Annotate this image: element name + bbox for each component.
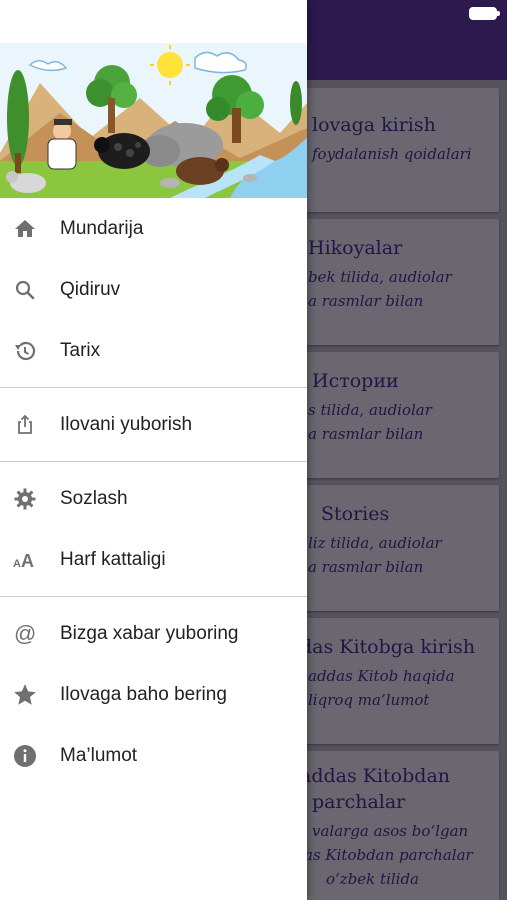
menu-label: Qidiruv [60, 278, 121, 300]
menu-item-share[interactable]: Ilovani yuborish [0, 394, 307, 455]
card-subtitle: foydalanish qoidalari [312, 145, 472, 163]
at-icon: @ [12, 621, 38, 647]
divider [0, 461, 307, 462]
card-subtitle: o‘zbek tilida [326, 870, 420, 888]
drawer-header-illustration [0, 43, 307, 198]
card-title: addas Kitobdan [300, 765, 451, 787]
menu-label: Ma’lumot [60, 744, 138, 766]
card-subtitle: liqroq ma’lumot [308, 691, 430, 709]
menu-item-font-size[interactable]: AA Harf kattaligi [0, 529, 307, 590]
card-stories-en[interactable]: Stories liz tilida, audiolar a rasmlar b… [296, 485, 499, 611]
svg-text:A: A [13, 558, 21, 570]
menu-item-contact[interactable]: @ Bizga xabar yuboring [0, 603, 307, 664]
divider [0, 596, 307, 597]
menu-item-settings[interactable]: Sozlash [0, 468, 307, 529]
menu-label: Bizga xabar yuboring [60, 622, 239, 644]
share-icon [12, 412, 38, 438]
card-stories-ru[interactable]: Истории s tilida, audiolar a rasmlar bil… [296, 352, 499, 478]
menu-label: Tarix [60, 339, 101, 361]
menu-label: Sozlash [60, 487, 128, 509]
menu-label: Ilovani yuborish [60, 413, 193, 435]
menu-item-contents[interactable]: Mundarija [0, 198, 307, 259]
home-icon [12, 216, 38, 242]
card-bible-excerpts[interactable]: addas Kitobdan parchalar valarga asos bo… [296, 751, 499, 900]
info-icon [12, 743, 38, 769]
card-subtitle: bek tilida, audiolar [308, 268, 452, 286]
menu-label: Mundarija [60, 217, 144, 239]
menu-item-info[interactable]: Ma’lumot [0, 725, 307, 786]
card-subtitle: valarga asos bo‘lgan [312, 822, 469, 840]
card-bible-intro[interactable]: das Kitobga kirish addas Kitob haqida li… [296, 618, 499, 744]
card-stories-uz[interactable]: Hikoyalar bek tilida, audiolar a rasmlar… [296, 219, 499, 345]
card-title-line2: parchalar [312, 791, 406, 813]
divider [0, 387, 307, 388]
settings-icon [12, 486, 38, 512]
card-title: lovaga kirish [312, 114, 436, 136]
card-subtitle: addas Kitob haqida [308, 667, 455, 685]
history-icon [12, 338, 38, 364]
card-intro[interactable]: lovaga kirish foydalanish qoidalari [296, 88, 499, 212]
font-size-icon: AA [12, 547, 38, 573]
menu-item-search[interactable]: Qidiruv [0, 259, 307, 320]
menu-label: Harf kattaligi [60, 548, 166, 570]
card-subtitle: as Kitobdan parchalar [304, 846, 473, 864]
navigation-drawer: Mundarija Qidiruv Tarix Ilovani yuborish [0, 0, 307, 900]
menu-item-rate[interactable]: Ilovaga baho bering [0, 664, 307, 725]
menu-item-history[interactable]: Tarix [0, 320, 307, 381]
card-title: das Kitobga kirish [300, 636, 476, 658]
card-subtitle: a rasmlar bilan [308, 292, 424, 310]
search-icon [12, 277, 38, 303]
svg-text:A: A [21, 551, 34, 571]
drawer-status-area [0, 0, 307, 43]
drawer-menu: Mundarija Qidiruv Tarix Ilovani yuborish [0, 198, 307, 786]
svg-text:@: @ [14, 622, 36, 646]
menu-label: Ilovaga baho bering [60, 683, 227, 705]
card-subtitle: a rasmlar bilan [308, 425, 424, 443]
star-icon [12, 682, 38, 708]
card-title: Stories [321, 503, 390, 525]
card-subtitle: liz tilida, audiolar [308, 534, 442, 552]
card-title: Истории [312, 370, 399, 392]
card-subtitle: a rasmlar bilan [308, 558, 424, 576]
battery-icon [469, 7, 500, 20]
card-subtitle: s tilida, audiolar [308, 401, 432, 419]
card-title: Hikoyalar [308, 237, 403, 259]
